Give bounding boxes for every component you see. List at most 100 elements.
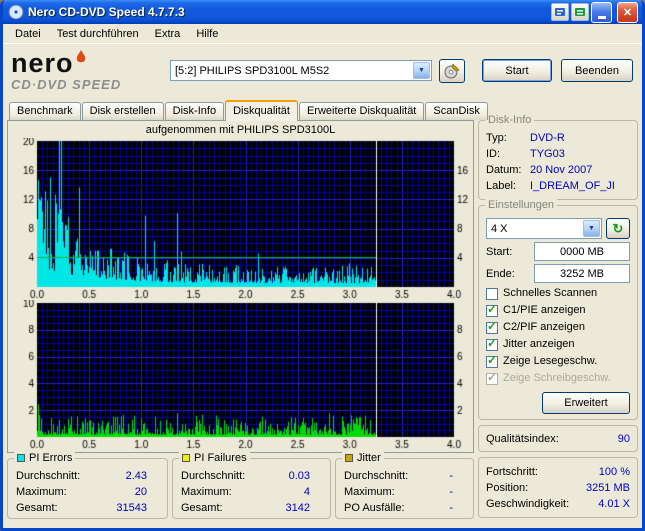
refresh-icon: ↻ xyxy=(612,220,624,236)
c2-pif-checkbox[interactable] xyxy=(486,320,498,334)
drive-select[interactable]: [5:2] PHILIPS SPD3100L M5S2 ▼ xyxy=(170,60,432,81)
stat-label: PO Ausfälle: xyxy=(344,502,405,514)
checkbox-label: Zeige Schreibgeschw. xyxy=(503,372,611,384)
nero-logo-subtext: CD·DVD SPEED xyxy=(11,76,122,92)
close-button[interactable]: ✕ xyxy=(617,1,638,23)
checkbox-row-c1-pie: C1/PIE anzeigen xyxy=(486,303,630,317)
jitter-stats-group: Jitter Durchschnitt: - Maximum: - PO Ausfä… xyxy=(335,452,474,519)
nero-flame-icon xyxy=(76,50,85,63)
stat-row: Gesamt: 31543 xyxy=(14,500,161,516)
checkbox-row-jitter: Jitter anzeigen xyxy=(486,337,630,351)
disk-info-label: Typ: xyxy=(486,132,507,144)
app-disc-icon xyxy=(8,4,24,20)
speed-select[interactable]: 4 X ▼ xyxy=(486,218,602,239)
stat-value: 20 xyxy=(134,486,147,498)
progress-value: 3251 MB xyxy=(585,482,630,494)
checkbox-label: C2/PIF anzeigen xyxy=(503,321,585,333)
start-mb-field[interactable]: 0000 MB xyxy=(534,242,630,261)
tab-scandisk[interactable]: ScanDisk xyxy=(425,102,488,120)
stat-label: Gesamt: xyxy=(16,502,58,514)
stat-row: Durchschnitt: - xyxy=(342,468,467,484)
progress-group: Fortschritt: 100 % Position: 3251 MB Gesch… xyxy=(478,457,638,518)
beenden-button[interactable]: Beenden xyxy=(561,59,633,82)
stat-row: Maximum: 20 xyxy=(14,484,161,500)
tab-disk-erstellen[interactable]: Disk erstellen xyxy=(81,102,164,120)
checkbox-label: Jitter anzeigen xyxy=(503,338,575,350)
menu-item-hilfe[interactable]: Hilfe xyxy=(188,26,226,42)
refresh-button[interactable]: ↻ xyxy=(606,218,630,239)
window-title: Nero CD-DVD Speed 4.7.7.3 xyxy=(28,5,185,19)
stat-row: Durchschnitt: 2.43 xyxy=(14,468,161,484)
lesegeschw-checkbox[interactable] xyxy=(486,354,498,368)
tab-erweiterte-diskqualitaet[interactable]: Erweiterte Diskqualität xyxy=(298,102,425,120)
chart-title: aufgenommen mit PHILIPS SPD3100L xyxy=(145,124,336,136)
tab-benchmark[interactable]: Benchmark xyxy=(9,102,81,120)
stat-value: 2.43 xyxy=(125,470,147,482)
toolbar: nero CD·DVD SPEED [5:2] PHILIPS SPD3100L… xyxy=(3,44,642,99)
pi-errors-chart xyxy=(11,138,470,300)
tab-diskqualitaet[interactable]: Diskqualität xyxy=(225,100,298,121)
progress-row: Geschwindigkeit: 4.01 X xyxy=(486,496,630,512)
schreibgeschw-checkbox xyxy=(486,371,498,385)
jitter-checkbox[interactable] xyxy=(486,337,498,351)
nero-logo: nero CD·DVD SPEED xyxy=(11,50,163,91)
settings-group-title: Einstellungen xyxy=(485,199,558,211)
pi-errors-stats-title: PI Errors xyxy=(29,452,73,464)
progress-value: 4.01 X xyxy=(598,498,630,510)
pi-failures-stats-group: PI Failures Durchschnitt: 0.03 Maximum: 4 … xyxy=(172,452,331,519)
progress-label: Fortschritt: xyxy=(486,466,538,478)
titlebar[interactable]: Nero CD-DVD Speed 4.7.7.3 ✕ xyxy=(3,0,642,24)
checkbox-label: Zeige Lesegeschw. xyxy=(503,355,598,367)
pi-failures-chart xyxy=(11,300,470,450)
stat-value: 4 xyxy=(303,486,310,498)
checkbox-row-lesegeschw: Zeige Lesegeschw. xyxy=(486,354,630,368)
stat-row: Maximum: - xyxy=(342,484,467,500)
checkbox-label: C1/PIE anzeigen xyxy=(503,304,586,316)
progress-label: Geschwindigkeit: xyxy=(486,498,570,510)
checkbox-row-c2-pif: C2/PIF anzeigen xyxy=(486,320,630,334)
progress-row: Position: 3251 MB xyxy=(486,480,630,496)
titlebar-tool-green-icon[interactable] xyxy=(571,3,589,21)
checkbox-row-schreibgeschw: Zeige Schreibgeschw. xyxy=(486,371,630,385)
chevron-down-icon[interactable]: ▼ xyxy=(413,62,430,79)
menu-item-datei[interactable]: Datei xyxy=(7,26,49,42)
stats-row: PI Errors Durchschnitt: 2.43 Maximum: 20 G… xyxy=(7,452,474,519)
erweitert-button[interactable]: Erweitert xyxy=(542,392,630,414)
menu-item-extra[interactable]: Extra xyxy=(147,26,189,42)
disk-info-value: TYG03 xyxy=(530,148,565,160)
disk-info-group: Disk-Info Typ: DVD-R ID: TYG03 Datum: 20 No… xyxy=(478,114,638,200)
main-content: aufgenommen mit PHILIPS SPD3100L PI Erro… xyxy=(3,114,642,523)
tab-strip: Benchmark Disk erstellen Disk-Info Diskq… xyxy=(3,99,642,121)
speed-select-value: 4 X xyxy=(491,222,508,235)
app-window: Nero CD-DVD Speed 4.7.7.3 ✕ Datei Test d… xyxy=(0,0,645,531)
end-mb-field[interactable]: 3252 MB xyxy=(534,264,630,283)
end-row: Ende: 3252 MB xyxy=(486,264,630,283)
stat-label: Maximum: xyxy=(344,486,395,498)
start-row: Start: 0000 MB xyxy=(486,242,630,261)
stat-label: Maximum: xyxy=(16,486,67,498)
chevron-down-icon[interactable]: ▼ xyxy=(583,220,600,237)
stat-value: - xyxy=(449,502,453,514)
titlebar-tool-blue-icon[interactable] xyxy=(551,3,569,21)
tab-disk-info[interactable]: Disk-Info xyxy=(164,102,225,120)
stat-label: Gesamt: xyxy=(181,502,223,514)
advanced-row: Erweitert xyxy=(486,392,630,414)
stat-value: 31543 xyxy=(116,502,147,514)
disk-info-value: 20 Nov 2007 xyxy=(530,164,593,176)
start-button[interactable]: Start xyxy=(482,59,552,82)
disk-info-label: Datum: xyxy=(486,164,522,176)
settings-group: Einstellungen 4 X ▼ ↻ Start: 0000 MB End… xyxy=(478,199,638,420)
schnelles-scannen-checkbox[interactable] xyxy=(486,287,498,300)
stat-value: 3142 xyxy=(285,502,310,514)
stat-value: 0.03 xyxy=(288,470,310,482)
checkbox-label: Schnelles Scannen xyxy=(503,287,598,299)
c1-pie-checkbox[interactable] xyxy=(486,303,498,317)
menu-item-test-durchfuehren[interactable]: Test durchführen xyxy=(49,26,147,42)
stat-row: Maximum: 4 xyxy=(179,484,324,500)
start-field-label: Start: xyxy=(486,245,513,258)
write-test-button[interactable] xyxy=(439,58,465,83)
progress-row: Fortschritt: 100 % xyxy=(486,464,630,480)
minimize-button[interactable] xyxy=(591,1,612,23)
pi-failures-swatch xyxy=(182,454,190,462)
pi-errors-stats-group: PI Errors Durchschnitt: 2.43 Maximum: 20 G… xyxy=(7,452,168,519)
